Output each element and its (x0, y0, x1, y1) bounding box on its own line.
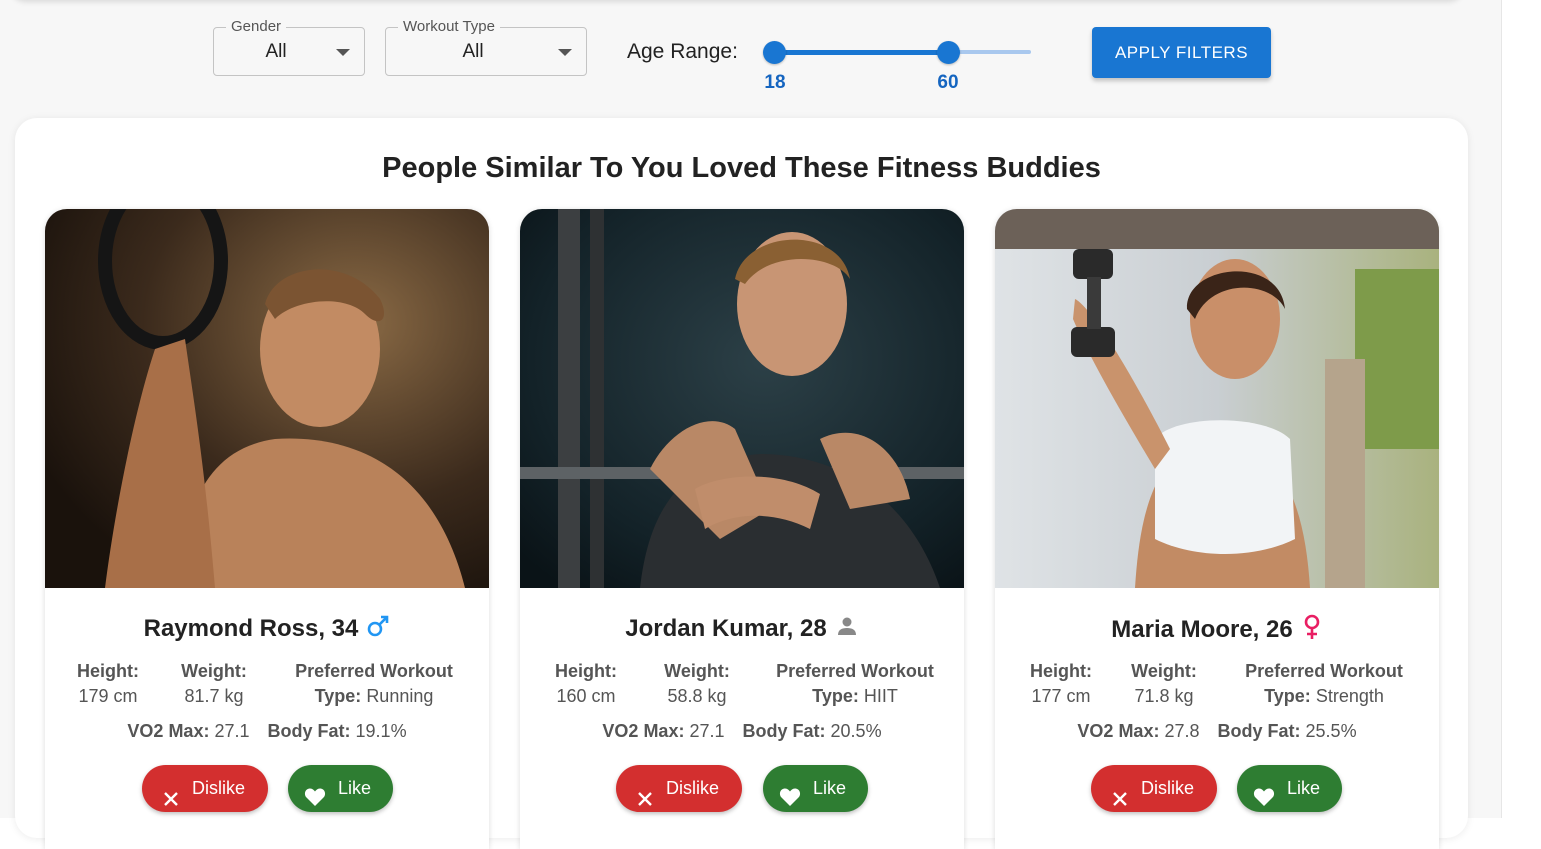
like-label: Like (1287, 778, 1321, 798)
weight-stat: Weight: 71.8 kg (1120, 659, 1208, 709)
buddy-name: Raymond Ross, 34 (143, 614, 359, 642)
age-range-max-value: 60 (937, 72, 959, 93)
age-range-slider-track[interactable] (775, 50, 949, 55)
dislike-label: Dislike (1141, 778, 1195, 798)
section-title: People Similar To You Loved These Fitnes… (382, 152, 1101, 184)
vo2-value: 27.8 (1164, 721, 1200, 741)
weight-value: 58.8 kg (667, 686, 727, 706)
bodyfat-label: Body Fat: (267, 721, 351, 741)
dislike-button[interactable]: Dislike (616, 765, 742, 812)
like-button[interactable]: Like (1237, 765, 1342, 812)
workout-type-select[interactable]: Workout Type All (385, 18, 587, 76)
workout-type-select-label: Workout Type (398, 18, 500, 36)
buddy-name: Jordan Kumar, 28 (625, 614, 827, 642)
weight-label: Weight: (1131, 661, 1197, 681)
workout-label-type: Type: (812, 686, 859, 706)
weight-label: Weight: (181, 661, 247, 681)
weight-label: Weight: (664, 661, 730, 681)
gender-select[interactable]: Gender All (213, 18, 365, 76)
height-stat: Height: 179 cm (67, 659, 149, 709)
close-icon (636, 779, 654, 826)
dislike-label: Dislike (192, 778, 246, 798)
buddy-photo (520, 209, 964, 588)
height-stat: Height: 177 cm (1017, 659, 1105, 709)
weight-stat: Weight: 81.7 kg (170, 659, 258, 709)
dislike-button[interactable]: Dislike (142, 765, 268, 812)
workout-label: Preferred Workout (295, 661, 453, 681)
fitness-stats: VO2 Max: 27.1 Body Fat: 20.5% (520, 718, 964, 744)
dislike-button[interactable]: Dislike (1091, 765, 1217, 812)
height-stat: Height: 160 cm (542, 659, 630, 709)
buddy-name-row: Maria Moore, 26 (995, 614, 1439, 647)
workout-label: Preferred Workout (1245, 661, 1403, 681)
like-button[interactable]: Like (288, 765, 393, 812)
height-value: 179 cm (78, 686, 138, 706)
caret-down-icon (558, 49, 572, 56)
female-icon (1301, 614, 1323, 647)
buddy-name: Maria Moore, 26 (1111, 615, 1293, 643)
workout-value: Strength (1315, 686, 1384, 706)
like-label: Like (338, 778, 372, 798)
male-icon (366, 614, 390, 645)
vo2-label: VO2 Max: (1077, 721, 1160, 741)
height-label: Height: (1030, 661, 1092, 681)
buddy-card: Raymond Ross, 34 Height: 179 cm Weight: 81… (45, 209, 489, 849)
buddy-name-row: Raymond Ross, 34 (45, 614, 489, 645)
buddy-photo (995, 209, 1439, 588)
buddy-photo (45, 209, 489, 588)
bodyfat-label: Body Fat: (1217, 721, 1301, 741)
close-icon (1111, 779, 1129, 826)
gender-select-value: All (265, 41, 287, 62)
vo2-label: VO2 Max: (127, 721, 210, 741)
workout-type-select-value: All (462, 41, 484, 62)
height-label: Height: (555, 661, 617, 681)
age-range-min-value: 18 (764, 72, 786, 93)
age-range-label: Age Range: (627, 40, 738, 63)
bodyfat-value: 20.5% (830, 721, 882, 741)
like-button[interactable]: Like (763, 765, 868, 812)
person-icon (835, 614, 859, 645)
scrollbar-area[interactable] (1501, 0, 1541, 818)
buddy-card: Maria Moore, 26 Height: 177 cm Weight: 71.… (995, 209, 1439, 849)
vo2-value: 27.1 (214, 721, 250, 741)
workout-label-type: Type: (314, 686, 362, 706)
workout-stat: Preferred Workout Type: Strength (1229, 659, 1419, 709)
workout-value: Running (366, 686, 434, 706)
workout-stat: Preferred Workout Type: Running (279, 659, 469, 709)
age-range-min-thumb[interactable] (763, 41, 786, 64)
fitness-stats: VO2 Max: 27.1 Body Fat: 19.1% (45, 718, 489, 744)
weight-value: 71.8 kg (1134, 686, 1194, 706)
height-value: 160 cm (556, 686, 616, 706)
weight-stat: Weight: 58.8 kg (653, 659, 741, 709)
close-icon (162, 779, 180, 826)
workout-label-type: Type: (1264, 686, 1311, 706)
bodyfat-value: 19.1% (355, 721, 407, 741)
workout-stat: Preferred Workout Type: HIIT (760, 659, 950, 709)
buddy-name-row: Jordan Kumar, 28 (520, 614, 964, 645)
bodyfat-label: Body Fat: (742, 721, 826, 741)
gender-select-label: Gender (226, 18, 287, 36)
workout-label: Preferred Workout (776, 661, 934, 681)
vo2-label: VO2 Max: (602, 721, 685, 741)
age-range-max-thumb[interactable] (937, 41, 960, 64)
buddy-card: Jordan Kumar, 28 Height: 160 cm Weight: 58… (520, 209, 964, 849)
dislike-label: Dislike (666, 778, 720, 798)
like-label: Like (813, 778, 847, 798)
height-label: Height: (77, 661, 139, 681)
height-value: 177 cm (1031, 686, 1091, 706)
apply-filters-button[interactable]: APPLY FILTERS (1092, 27, 1271, 78)
fitness-stats: VO2 Max: 27.8 Body Fat: 25.5% (995, 718, 1439, 744)
weight-value: 81.7 kg (184, 686, 244, 706)
bodyfat-value: 25.5% (1305, 721, 1357, 741)
caret-down-icon (336, 49, 350, 56)
vo2-value: 27.1 (689, 721, 725, 741)
workout-value: HIIT (863, 686, 898, 706)
